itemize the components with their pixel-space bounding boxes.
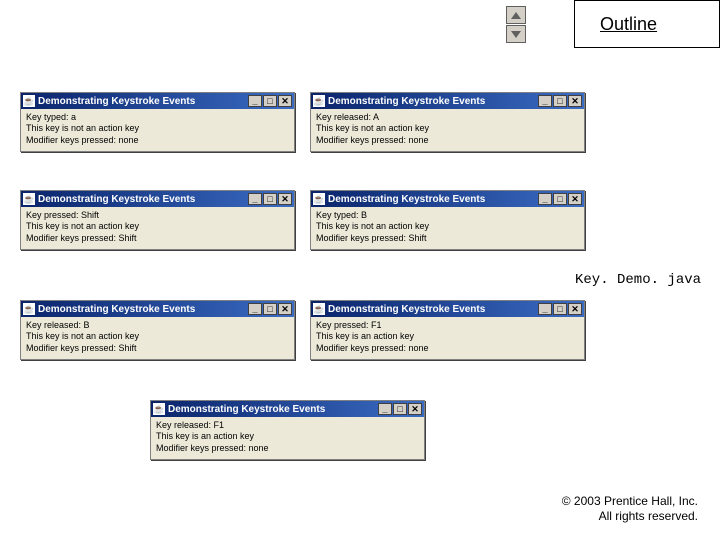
arrow-up-icon	[511, 12, 521, 19]
action-key-line: This key is an action key	[156, 431, 419, 442]
footer-line2: All rights reserved.	[562, 509, 698, 524]
prev-slide-button[interactable]	[506, 6, 526, 24]
demo-window: ☕Demonstrating Keystroke Events_□✕Key re…	[310, 92, 585, 152]
close-button[interactable]: ✕	[568, 303, 582, 315]
footer-line1: © 2003 Prentice Hall, Inc.	[562, 494, 698, 509]
minimize-button[interactable]: _	[538, 193, 552, 205]
titlebar[interactable]: ☕Demonstrating Keystroke Events_□✕	[311, 93, 584, 109]
key-event-line: Key pressed: F1	[316, 320, 579, 331]
caption-filename: Key. Demo. java	[575, 272, 701, 288]
java-icon: ☕	[23, 303, 35, 315]
window-title: Demonstrating Keystroke Events	[38, 304, 248, 315]
window-title: Demonstrating Keystroke Events	[38, 96, 248, 107]
window-title: Demonstrating Keystroke Events	[328, 96, 538, 107]
maximize-button[interactable]: □	[263, 193, 277, 205]
outline-label: Outline	[600, 14, 657, 35]
arrow-down-icon	[511, 31, 521, 38]
demo-window: ☕Demonstrating Keystroke Events_□✕Key re…	[150, 400, 425, 460]
java-icon: ☕	[23, 193, 35, 205]
window-body: Key pressed: F1This key is an action key…	[311, 317, 584, 359]
action-key-line: This key is not an action key	[316, 123, 579, 134]
action-key-line: This key is not an action key	[316, 221, 579, 232]
minimize-button[interactable]: _	[538, 303, 552, 315]
titlebar[interactable]: ☕Demonstrating Keystroke Events_□✕	[311, 301, 584, 317]
titlebar[interactable]: ☕Demonstrating Keystroke Events_□✕	[21, 301, 294, 317]
titlebar[interactable]: ☕Demonstrating Keystroke Events_□✕	[21, 93, 294, 109]
demo-window: ☕Demonstrating Keystroke Events_□✕Key re…	[20, 300, 295, 360]
minimize-button[interactable]: _	[538, 95, 552, 107]
action-key-line: This key is not an action key	[26, 331, 289, 342]
window-body: Key released: F1This key is an action ke…	[151, 417, 424, 459]
close-button[interactable]: ✕	[408, 403, 422, 415]
modifier-line: Modifier keys pressed: Shift	[26, 233, 289, 244]
modifier-line: Modifier keys pressed: Shift	[26, 343, 289, 354]
maximize-button[interactable]: □	[553, 303, 567, 315]
nav-arrows	[506, 6, 526, 43]
action-key-line: This key is not an action key	[26, 221, 289, 232]
maximize-button[interactable]: □	[553, 95, 567, 107]
window-body: Key typed: aThis key is not an action ke…	[21, 109, 294, 151]
demo-window: ☕Demonstrating Keystroke Events_□✕Key ty…	[310, 190, 585, 250]
demo-window: ☕Demonstrating Keystroke Events_□✕Key pr…	[20, 190, 295, 250]
key-event-line: Key typed: B	[316, 210, 579, 221]
modifier-line: Modifier keys pressed: none	[316, 343, 579, 354]
modifier-line: Modifier keys pressed: none	[316, 135, 579, 146]
key-event-line: Key released: A	[316, 112, 579, 123]
java-icon: ☕	[313, 193, 325, 205]
key-event-line: Key typed: a	[26, 112, 289, 123]
window-title: Demonstrating Keystroke Events	[328, 194, 538, 205]
window-body: Key released: AThis key is not an action…	[311, 109, 584, 151]
maximize-button[interactable]: □	[553, 193, 567, 205]
minimize-button[interactable]: _	[248, 95, 262, 107]
maximize-button[interactable]: □	[263, 95, 277, 107]
modifier-line: Modifier keys pressed: none	[156, 443, 419, 454]
modifier-line: Modifier keys pressed: Shift	[316, 233, 579, 244]
titlebar[interactable]: ☕Demonstrating Keystroke Events_□✕	[21, 191, 294, 207]
java-icon: ☕	[23, 95, 35, 107]
window-title: Demonstrating Keystroke Events	[168, 404, 378, 415]
close-button[interactable]: ✕	[278, 303, 292, 315]
java-icon: ☕	[313, 95, 325, 107]
demo-window: ☕Demonstrating Keystroke Events_□✕Key ty…	[20, 92, 295, 152]
modifier-line: Modifier keys pressed: none	[26, 135, 289, 146]
java-icon: ☕	[313, 303, 325, 315]
action-key-line: This key is an action key	[316, 331, 579, 342]
close-button[interactable]: ✕	[278, 95, 292, 107]
copyright-footer: © 2003 Prentice Hall, Inc. All rights re…	[562, 494, 698, 524]
close-button[interactable]: ✕	[568, 95, 582, 107]
window-body: Key typed: BThis key is not an action ke…	[311, 207, 584, 249]
demo-window: ☕Demonstrating Keystroke Events_□✕Key pr…	[310, 300, 585, 360]
action-key-line: This key is not an action key	[26, 123, 289, 134]
minimize-button[interactable]: _	[248, 193, 262, 205]
key-event-line: Key released: B	[26, 320, 289, 331]
close-button[interactable]: ✕	[568, 193, 582, 205]
window-title: Demonstrating Keystroke Events	[328, 304, 538, 315]
close-button[interactable]: ✕	[278, 193, 292, 205]
java-icon: ☕	[153, 403, 165, 415]
titlebar[interactable]: ☕Demonstrating Keystroke Events_□✕	[311, 191, 584, 207]
minimize-button[interactable]: _	[248, 303, 262, 315]
key-event-line: Key released: F1	[156, 420, 419, 431]
minimize-button[interactable]: _	[378, 403, 392, 415]
window-title: Demonstrating Keystroke Events	[38, 194, 248, 205]
maximize-button[interactable]: □	[263, 303, 277, 315]
next-slide-button[interactable]	[506, 25, 526, 43]
maximize-button[interactable]: □	[393, 403, 407, 415]
titlebar[interactable]: ☕Demonstrating Keystroke Events_□✕	[151, 401, 424, 417]
window-body: Key pressed: ShiftThis key is not an act…	[21, 207, 294, 249]
window-body: Key released: BThis key is not an action…	[21, 317, 294, 359]
key-event-line: Key pressed: Shift	[26, 210, 289, 221]
